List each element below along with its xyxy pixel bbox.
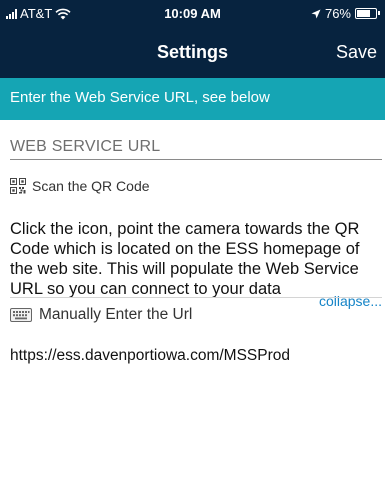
instruction-banner: Enter the Web Service URL, see below	[0, 78, 385, 120]
manual-entry-label: Manually Enter the Url	[39, 306, 193, 323]
manual-entry-row[interactable]: Manually Enter the Url	[10, 306, 192, 324]
save-button[interactable]: Save	[336, 42, 377, 63]
battery-icon	[355, 8, 380, 19]
battery-percent: 76%	[324, 6, 351, 21]
scan-qr-row[interactable]: Scan the QR Code	[10, 178, 150, 194]
location-arrow-icon	[311, 9, 321, 18]
battery-fill	[357, 10, 370, 17]
keyboard-icon	[10, 308, 32, 322]
qr-code-icon[interactable]	[10, 178, 26, 194]
collapse-link[interactable]: collapse...	[319, 293, 382, 309]
status-bar: AT&T 10:09 AM 76%	[0, 0, 385, 28]
qr-instructions: Click the icon, point the camera towards…	[10, 220, 360, 298]
nav-bar: Settings Save	[0, 28, 385, 78]
manual-url-value[interactable]: https://ess.davenportiowa.com/MSSProd	[10, 347, 290, 365]
status-right: 76%	[311, 6, 380, 21]
scan-qr-label: Scan the QR Code	[32, 178, 150, 194]
page-title: Settings	[156, 42, 228, 62]
section-divider	[10, 297, 382, 298]
web-service-url-input[interactable]	[10, 134, 382, 160]
